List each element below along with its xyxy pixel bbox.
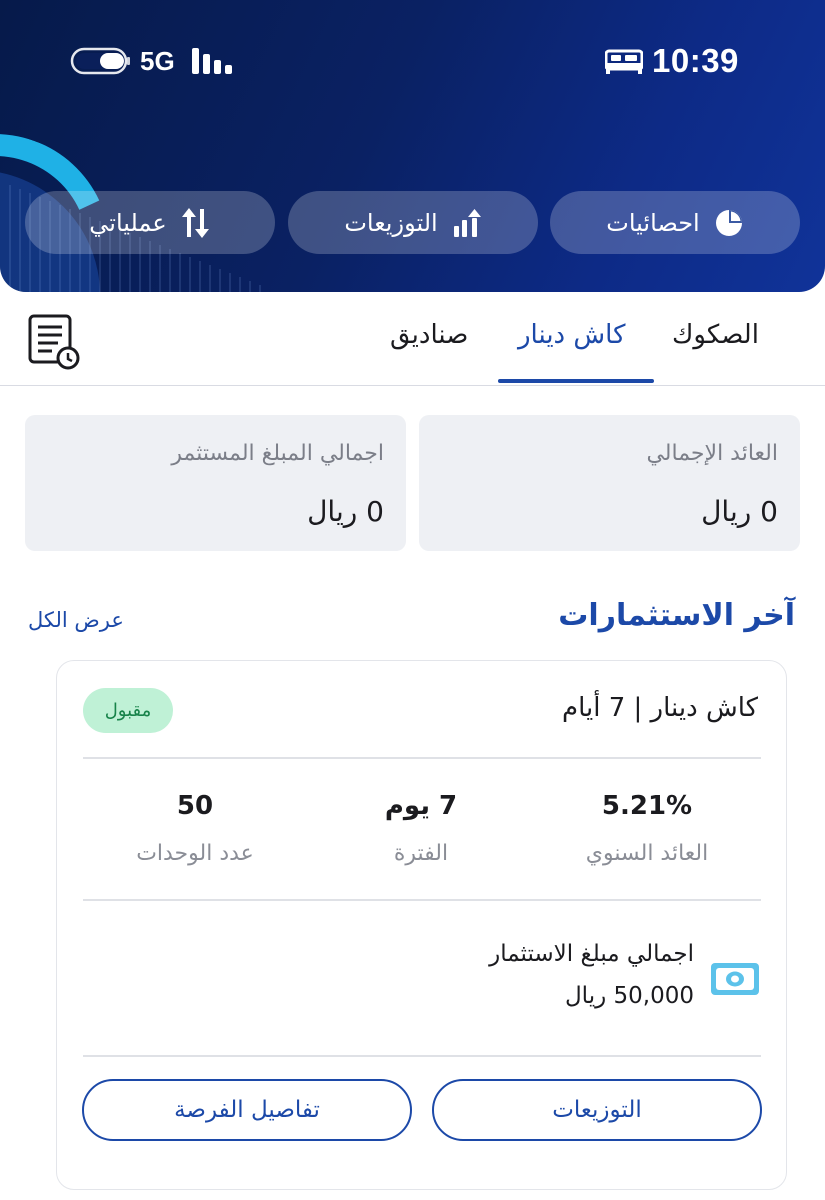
total-return-value: 0 ريال (701, 495, 778, 528)
tab-cash-dinar[interactable]: كاش دينار (518, 320, 625, 350)
signal-icon (192, 48, 232, 74)
pie-chart-icon (715, 209, 742, 236)
divider (83, 757, 761, 759)
total-return-card: العائد الإجمالي 0 ريال (419, 415, 800, 551)
my-operations-label: عملياتي (89, 208, 167, 237)
cash-icon (711, 963, 759, 995)
annual-yield-stat: 5.21% العائد السنوي (557, 791, 737, 866)
bar-chart-up-icon (453, 208, 481, 237)
total-invested-value: 0 ريال (307, 495, 384, 528)
total-return-label: العائد الإجمالي (646, 441, 778, 466)
opportunity-details-button[interactable]: تفاصيل الفرصة (82, 1079, 412, 1141)
my-operations-button[interactable]: عملياتي (25, 191, 275, 254)
view-all-link[interactable]: عرض الكل (28, 608, 124, 632)
swap-arrows-icon (181, 207, 209, 238)
tab-funds[interactable]: صناديق (390, 320, 468, 350)
stats-button-label: احصائيات (606, 208, 700, 237)
stats-button[interactable]: احصائيات (550, 191, 800, 254)
period-label: الفترة (393, 841, 449, 866)
distributions-quick-label: التوزيعات (344, 208, 438, 237)
report-history-icon[interactable] (28, 314, 82, 372)
status-badge: مقبول (83, 688, 173, 733)
status-bar: 5G 10:39 (0, 0, 825, 110)
units-label: عدد الوحدات (136, 841, 254, 866)
investment-amount-value: 50,000 ريال (564, 983, 694, 1009)
tab-sukuk[interactable]: الصكوك (672, 320, 759, 350)
investment-title: كاش دينار | 7 أيام (561, 693, 758, 723)
annual-yield-value: 5.21% (601, 791, 693, 821)
investment-amount-label: اجمالي مبلغ الاستثمار (489, 941, 694, 967)
latest-investments-title: آخر الاستثمارات (558, 598, 795, 633)
bed-icon (605, 49, 643, 74)
active-tab-indicator (498, 379, 654, 383)
total-invested-label: اجمالي المبلغ المستثمر (171, 441, 384, 466)
units-value: 50 (176, 791, 214, 821)
distributions-button[interactable]: التوزيعات (432, 1079, 762, 1141)
divider (83, 899, 761, 901)
period-value: 7 يوم (384, 791, 458, 821)
divider (83, 1055, 761, 1057)
distributions-quick-button[interactable]: التوزيعات (288, 191, 538, 254)
total-invested-card: اجمالي المبلغ المستثمر 0 ريال (25, 415, 406, 551)
toggle-icon (70, 47, 130, 75)
app-header: 5G 10:39 احصائيات التوزيعات عملياتي (0, 0, 825, 292)
status-time: 10:39 (652, 42, 739, 79)
network-type: 5G (140, 46, 175, 76)
investment-card: كاش دينار | 7 أيام مقبول 5.21% العائد ال… (56, 660, 787, 1190)
annual-yield-label: العائد السنوي (585, 841, 709, 866)
period-stat: 7 يوم الفترة (331, 791, 511, 866)
product-tabs: الصكوك كاش دينار صناديق (0, 300, 825, 386)
units-stat: 50 عدد الوحدات (105, 791, 285, 866)
